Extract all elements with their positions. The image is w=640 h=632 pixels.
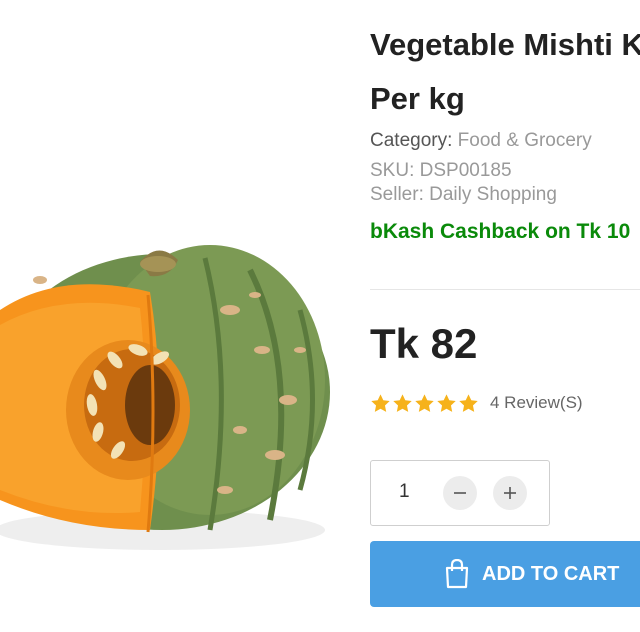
shopping-bag-icon [445,559,469,589]
category-label: Category: [370,130,458,151]
add-to-cart-button[interactable]: ADD TO CART [370,541,640,607]
product-category: Category: Food & Grocery [370,130,592,152]
star-icon [415,393,434,412]
category-link[interactable]: Food & Grocery [458,130,592,151]
product-rating: 4 Review(S) [370,390,583,416]
product-sku: SKU: DSP00185 [370,160,512,181]
product-title: Vegetable Mishti K Per kg [370,18,640,126]
product-title-line-1: Vegetable Mishti K [370,27,640,62]
plus-icon [504,487,516,499]
star-icon [459,393,478,412]
cashback-offer: bKash Cashback on Tk 10 [370,220,631,243]
rating-stars [370,393,479,414]
star-icon [393,393,412,412]
star-icon [371,393,390,412]
quantity-decrease-button[interactable] [443,476,477,510]
star-icon [437,393,456,412]
quantity-increase-button[interactable] [493,476,527,510]
product-image [0,200,330,580]
quantity-stepper: 1 [370,460,550,526]
quantity-input[interactable]: 1 [399,481,410,503]
product-title-line-2: Per kg [370,81,465,116]
minus-icon [454,492,466,494]
pumpkin-icon [0,245,330,550]
add-to-cart-label: ADD TO CART [482,562,620,585]
divider [370,289,640,290]
reviews-link[interactable]: 4 Review(S) [490,393,583,413]
product-price: Tk 82 [370,320,478,367]
product-seller: Seller: Daily Shopping [370,184,557,205]
